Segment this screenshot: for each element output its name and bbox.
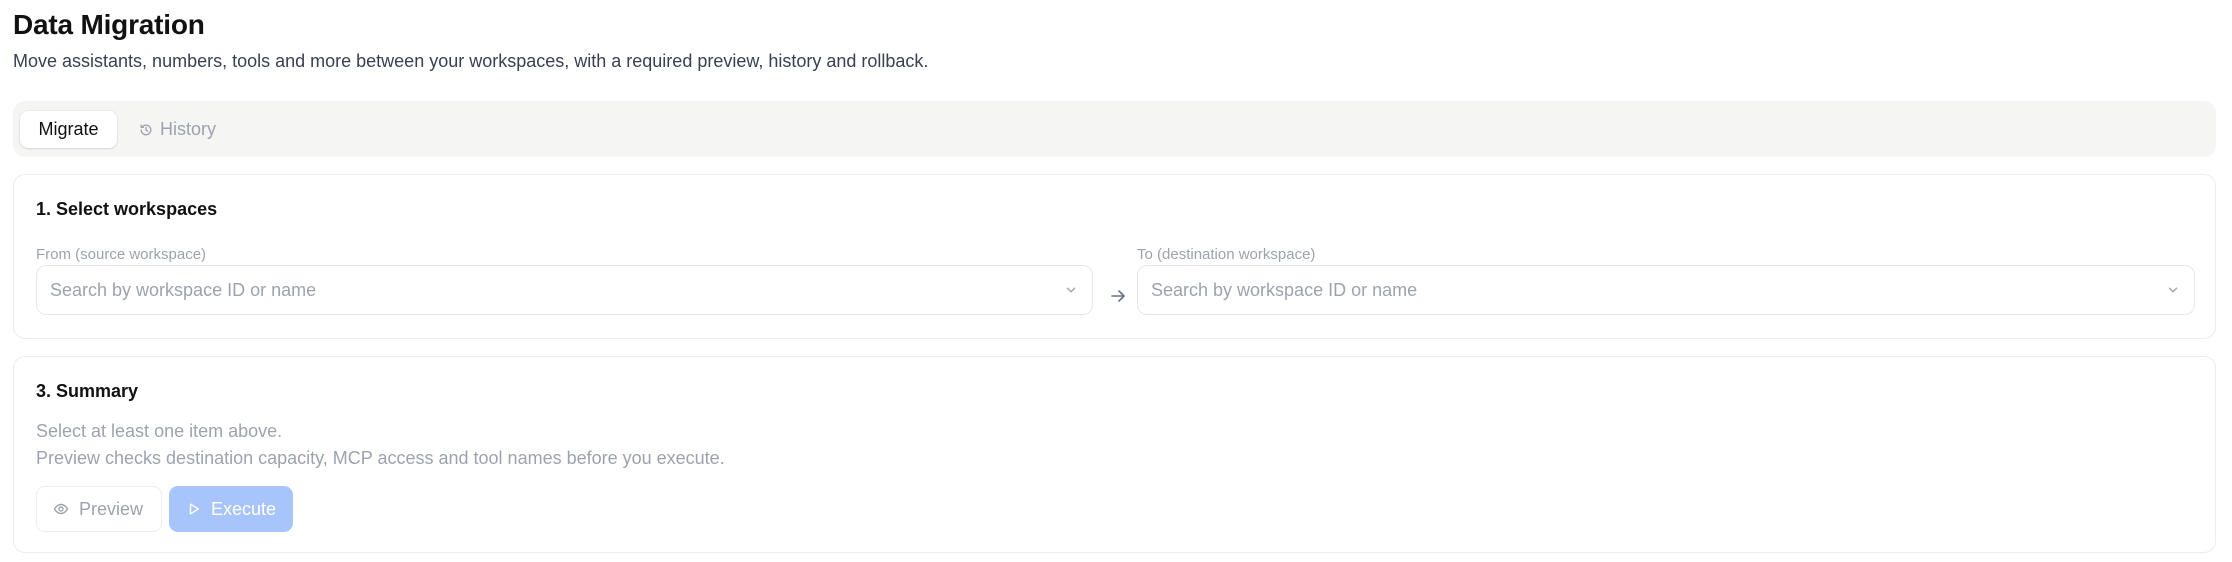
- chevron-down-icon: [1066, 287, 1076, 293]
- eye-icon: [53, 503, 69, 515]
- select-workspaces-card: 1. Select workspaces From (source worksp…: [13, 174, 2216, 339]
- source-workspace-select[interactable]: Search by workspace ID or name: [36, 265, 1093, 315]
- tab-history-label: History: [160, 119, 217, 139]
- tab-migrate[interactable]: Migrate: [20, 111, 117, 148]
- destination-workspace-select[interactable]: Search by workspace ID or name: [1137, 265, 2195, 315]
- summary-card: 3. Summary Select at least one item abov…: [13, 356, 2216, 553]
- select-workspaces-title: 1. Select workspaces: [36, 199, 218, 219]
- source-workspace-label: From (source workspace): [36, 246, 207, 263]
- history-icon: [140, 124, 152, 135]
- summary-empty-text: Select at least one item above.: [36, 421, 283, 441]
- chevron-down-icon: [2168, 287, 2178, 293]
- destination-workspace-placeholder: Search by workspace ID or name: [1151, 279, 1418, 300]
- play-icon: [189, 503, 200, 515]
- tab-migrate-label: Migrate: [38, 119, 99, 139]
- page-subtitle: Move assistants, numbers, tools and more…: [13, 51, 929, 71]
- tab-history[interactable]: History: [135, 111, 220, 148]
- summary-help-text: Preview checks destination capacity, MCP…: [36, 448, 725, 468]
- source-workspace-placeholder: Search by workspace ID or name: [50, 279, 317, 300]
- execute-button[interactable]: Execute: [169, 486, 293, 532]
- tab-bar: Migrate History: [13, 101, 2216, 157]
- arrow-right-icon: [1111, 290, 1125, 302]
- page-title: Data Migration: [13, 9, 205, 40]
- execute-button-label: Execute: [211, 498, 277, 519]
- preview-button[interactable]: Preview: [36, 486, 162, 532]
- destination-workspace-label: To (destination workspace): [1137, 246, 1316, 263]
- preview-button-label: Preview: [79, 498, 144, 519]
- summary-title: 3. Summary: [36, 381, 139, 401]
